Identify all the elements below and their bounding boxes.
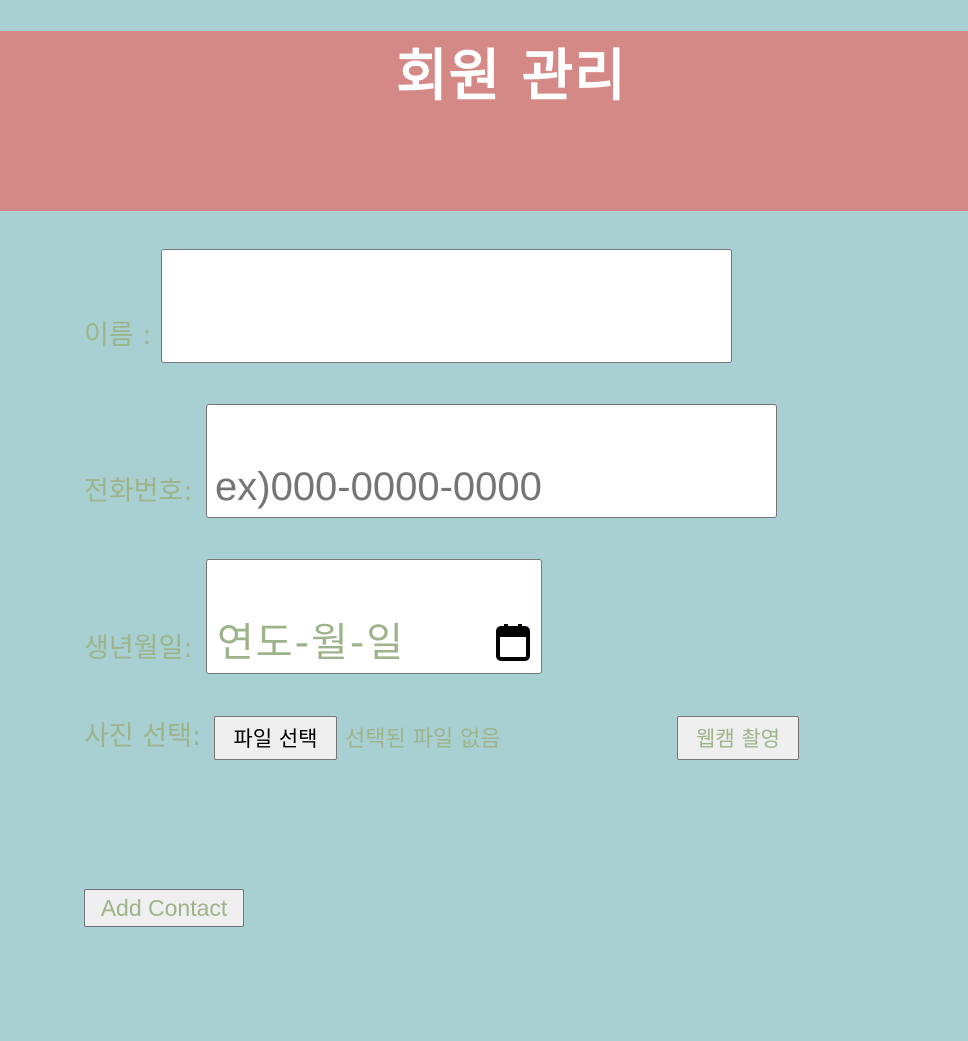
- file-status-text: 선택된 파일 없음: [345, 727, 501, 752]
- birthdate-placeholder: 연도-월-일: [217, 620, 406, 666]
- name-input[interactable]: [161, 249, 732, 363]
- file-select-button[interactable]: 파일 선택: [214, 716, 337, 760]
- birthdate-input[interactable]: 연도-월-일: [206, 559, 542, 674]
- webcam-capture-button[interactable]: 웹캠 촬영: [677, 716, 799, 760]
- phone-label: 전화번호:: [84, 476, 193, 507]
- calendar-icon[interactable]: [495, 622, 531, 662]
- page-title: 회원 관리: [396, 44, 627, 109]
- page-header: 회원 관리: [0, 31, 968, 211]
- birthdate-label: 생년월일:: [84, 633, 193, 664]
- photo-label: 사진 선택:: [84, 721, 202, 752]
- phone-input[interactable]: [206, 404, 777, 518]
- name-label: 이름 :: [84, 320, 152, 351]
- add-contact-button[interactable]: Add Contact: [84, 889, 244, 927]
